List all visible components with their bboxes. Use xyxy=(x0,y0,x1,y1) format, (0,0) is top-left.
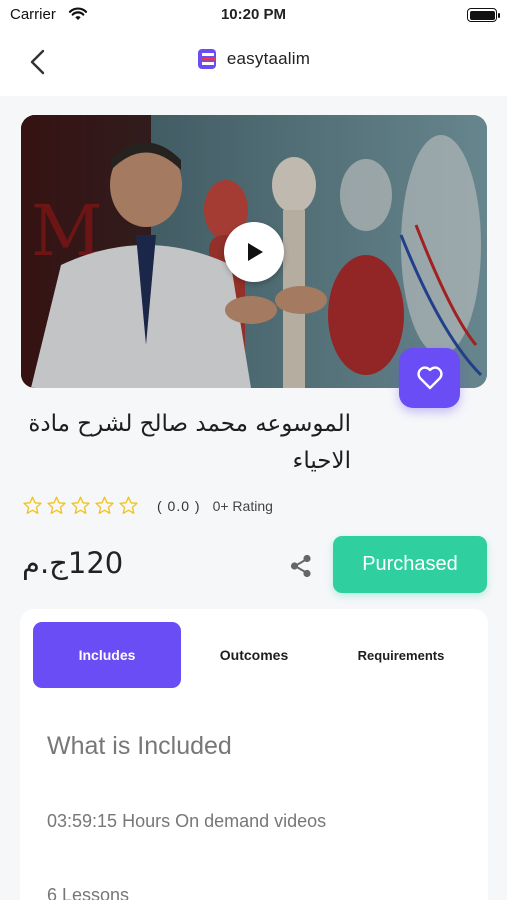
list-item: 6 Lessons xyxy=(47,885,130,900)
tab-bar: Includes Outcomes Requirements xyxy=(33,622,475,688)
course-price: 120ج.م xyxy=(22,546,124,580)
course-title: الموسوعه محمد صالح لشرح مادة الاحياء xyxy=(28,411,351,474)
play-button[interactable] xyxy=(224,222,284,282)
battery-icon xyxy=(467,8,500,22)
tab-requirements[interactable]: Requirements xyxy=(327,622,475,688)
star-icon xyxy=(47,496,66,514)
play-icon xyxy=(248,243,263,261)
brand-logo-icon xyxy=(197,49,216,69)
heart-icon xyxy=(416,366,443,390)
brand-name: easytaalim xyxy=(226,49,311,68)
star-icon xyxy=(95,496,114,514)
nav-bar: easytaalim xyxy=(0,30,507,96)
rating-stars xyxy=(22,495,139,516)
share-button[interactable] xyxy=(286,551,316,581)
star-icon xyxy=(119,496,138,514)
rating-row: ( 0.0 ) 0+ Rating xyxy=(22,495,273,516)
share-icon xyxy=(290,554,311,578)
list-item: 03:59:15 Hours On demand videos xyxy=(47,811,327,831)
course-details-card: Includes Outcomes Requirements What is I… xyxy=(20,609,488,900)
rating-score: ( 0.0 ) xyxy=(157,497,201,514)
favorite-button[interactable] xyxy=(399,348,460,408)
clock: 10:20 PM xyxy=(220,6,287,23)
star-icon xyxy=(23,496,42,514)
rating-label: 0+ Rating xyxy=(212,497,273,514)
section-title: What is Included xyxy=(47,732,232,760)
purchased-button[interactable]: Purchased xyxy=(333,536,487,593)
status-bar: Carrier 10:20 PM xyxy=(0,0,507,30)
star-icon xyxy=(71,496,90,514)
tab-outcomes[interactable]: Outcomes xyxy=(180,622,328,688)
tab-includes[interactable]: Includes xyxy=(33,622,181,688)
brand: easytaalim xyxy=(0,48,507,70)
